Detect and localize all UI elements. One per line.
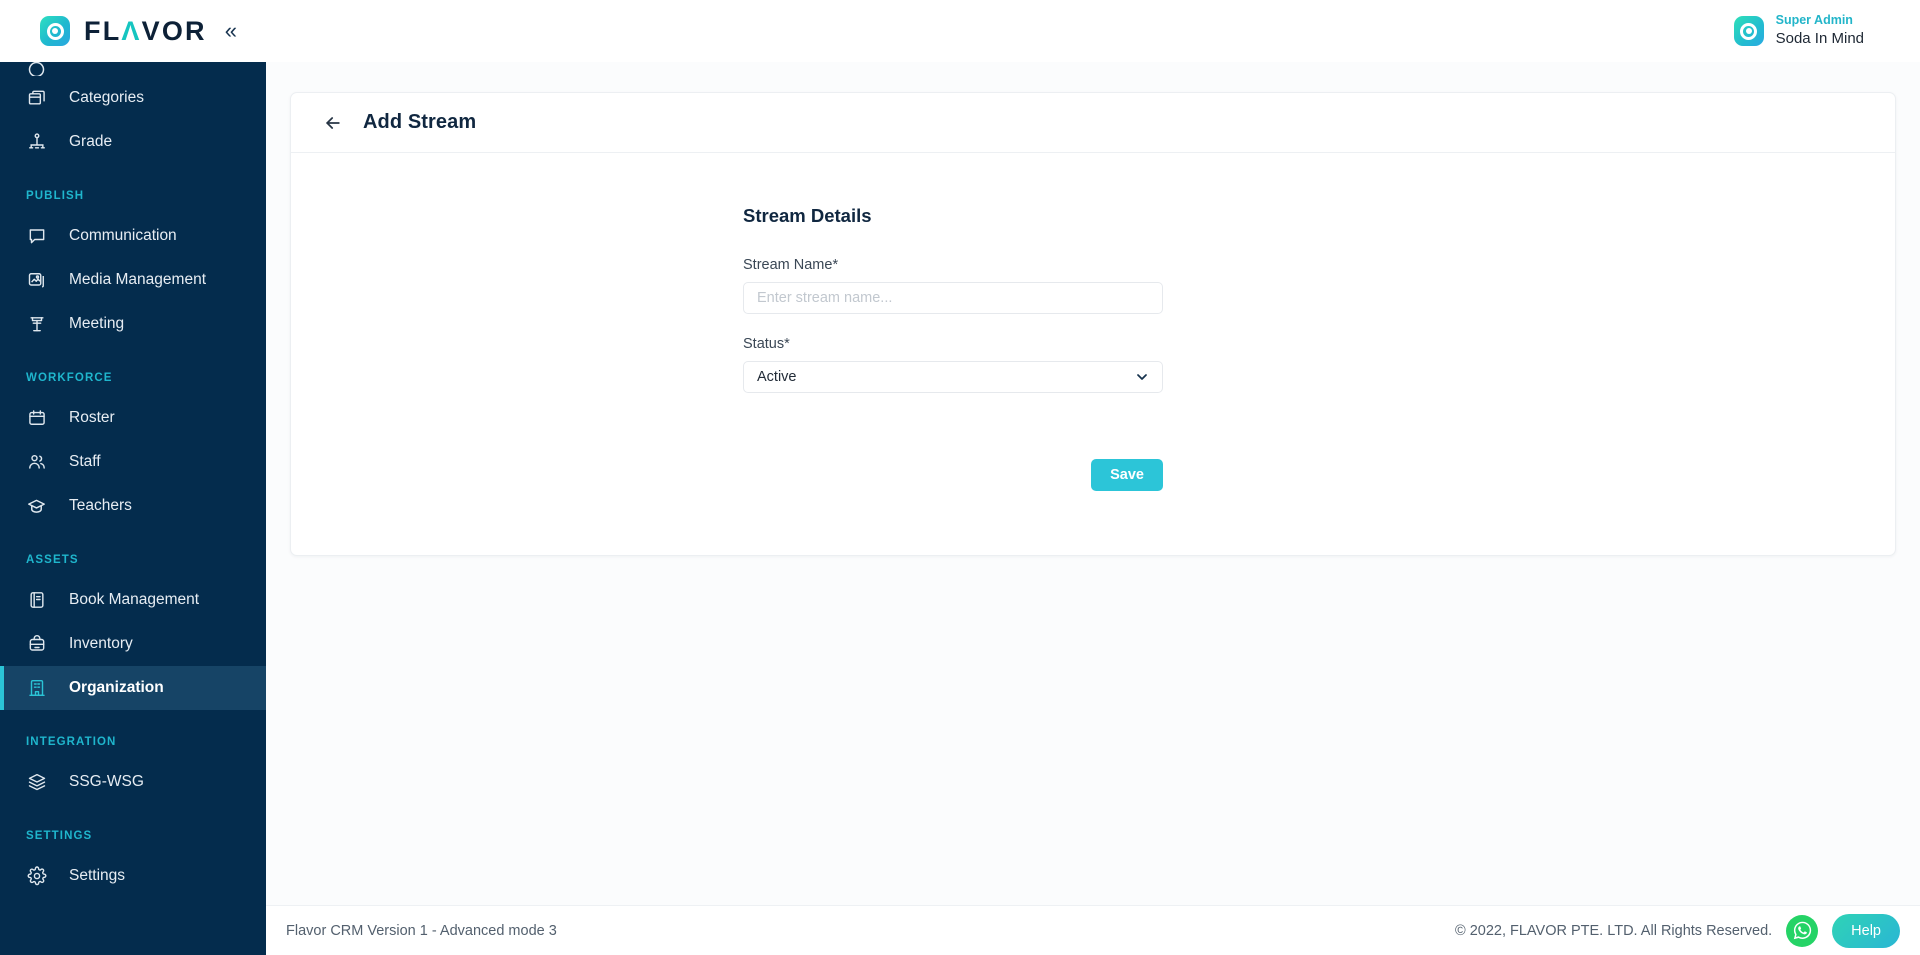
form-actions: Save [743,459,1163,491]
arrow-left-icon[interactable] [323,113,343,133]
sidebar-item-communication[interactable]: Communication [0,214,266,258]
section-title: Stream Details [743,205,872,226]
stream-name-label: Stream Name* [743,257,839,273]
sidebar-item-staff[interactable]: Staff [0,440,266,484]
footer-version: Flavor CRM Version 1 - Advanced mode 3 [286,922,557,939]
partial-item-icon [26,62,47,76]
sidebar-item-label: Communication [69,227,177,244]
app-logo[interactable]: FLΛVOR [40,16,207,46]
sidebar-item-label: Roster [69,409,115,426]
sidebar-item-label: Media Management [69,271,206,288]
card-body: Stream Details Stream Name* Status* Acti… [291,153,1895,555]
sidebar-group-settings: SETTINGS [26,830,93,842]
stream-name-input[interactable] [743,282,1163,314]
status-label: Status* [743,336,790,352]
sidebar-item-book-management[interactable]: Book Management [0,578,266,622]
grade-icon [26,132,47,153]
help-button[interactable]: Help [1832,913,1900,948]
meeting-icon [26,314,47,335]
sidebar-item-teachers[interactable]: Teachers [0,484,266,528]
ssg-wsg-layers-icon [26,772,47,793]
organization-building-icon [26,678,47,699]
sidebar-nav-list: Categories Grade PUBLISH Communication M… [0,62,266,898]
sidebar-item-categories[interactable]: Categories [0,76,266,120]
avatar [1733,16,1764,46]
sidebar-item-partial-above[interactable] [0,62,266,76]
logo-wordmark: FLΛVOR [84,15,207,46]
user-profile[interactable]: Super Admin Soda In Mind [1733,0,1864,62]
field-stream-name: Stream Name* [743,257,1163,314]
sidebar-item-label: Meeting [69,315,125,332]
sidebar-group-publish: PUBLISH [26,190,85,202]
sidebar-item-label: Settings [69,867,126,884]
communication-icon [26,226,47,247]
sidebar-item-roster[interactable]: Roster [0,396,266,440]
sidebar-item-label: Staff [69,453,101,470]
footer: Flavor CRM Version 1 - Advanced mode 3 ©… [266,905,1920,955]
sidebar-group-integration: INTEGRATION [26,736,117,748]
status-select[interactable]: Active [743,361,1163,393]
user-role: Super Admin [1775,13,1853,28]
sidebar-group-workforce: WORKFORCE [26,372,113,384]
main-content: Add Stream Stream Details Stream Name* S… [266,62,1920,955]
sidebar-item-grade[interactable]: Grade [0,120,266,164]
card-header: Add Stream [291,93,1895,153]
sidebar-item-settings[interactable]: Settings [0,854,266,898]
book-management-icon [26,590,47,611]
sidebar-item-label: Teachers [69,497,132,514]
flavor-circle-logo-icon [40,16,70,46]
sidebar-group-assets: ASSETS [26,554,79,566]
categories-icon [26,88,47,109]
user-name: Soda In Mind [1775,29,1864,47]
sidebar-item-label: Organization [69,679,164,696]
staff-people-icon [26,452,47,473]
sidebar: Categories Grade PUBLISH Communication M… [0,62,266,955]
sidebar-item-meeting[interactable]: Meeting [0,302,266,346]
settings-gear-icon [26,866,47,887]
sidebar-item-ssg-wsg[interactable]: SSG-WSG [0,760,266,804]
sidebar-item-label: Grade [69,133,113,150]
sidebar-item-label: SSG-WSG [69,773,144,790]
inventory-bag-icon [26,634,47,655]
field-status: Status* Active [743,336,1163,393]
sidebar-item-media-management[interactable]: Media Management [0,258,266,302]
teachers-graduation-cap-icon [26,496,47,517]
stream-form: Stream Details Stream Name* Status* Acti… [743,205,1163,491]
media-management-icon [26,270,47,291]
footer-right-group: © 2022, FLAVOR PTE. LTD. All Rights Rese… [1454,913,1900,948]
footer-copyright: © 2022, FLAVOR PTE. LTD. All Rights Rese… [1454,922,1773,939]
page-title: Add Stream [363,111,477,133]
add-stream-card: Add Stream Stream Details Stream Name* S… [290,92,1896,556]
sidebar-item-inventory[interactable]: Inventory [0,622,266,666]
sidebar-item-label: Book Management [69,591,200,608]
sidebar-item-label: Inventory [69,635,133,652]
top-bar: FLΛVOR « Super Admin Soda In Mind [0,0,1920,62]
whatsapp-icon[interactable] [1786,914,1819,947]
double-chevron-left-icon[interactable]: « [225,20,237,42]
sidebar-item-organization[interactable]: Organization [0,666,266,710]
sidebar-item-label: Categories [69,89,144,106]
roster-calendar-icon [26,408,47,429]
save-button[interactable]: Save [1091,459,1163,491]
